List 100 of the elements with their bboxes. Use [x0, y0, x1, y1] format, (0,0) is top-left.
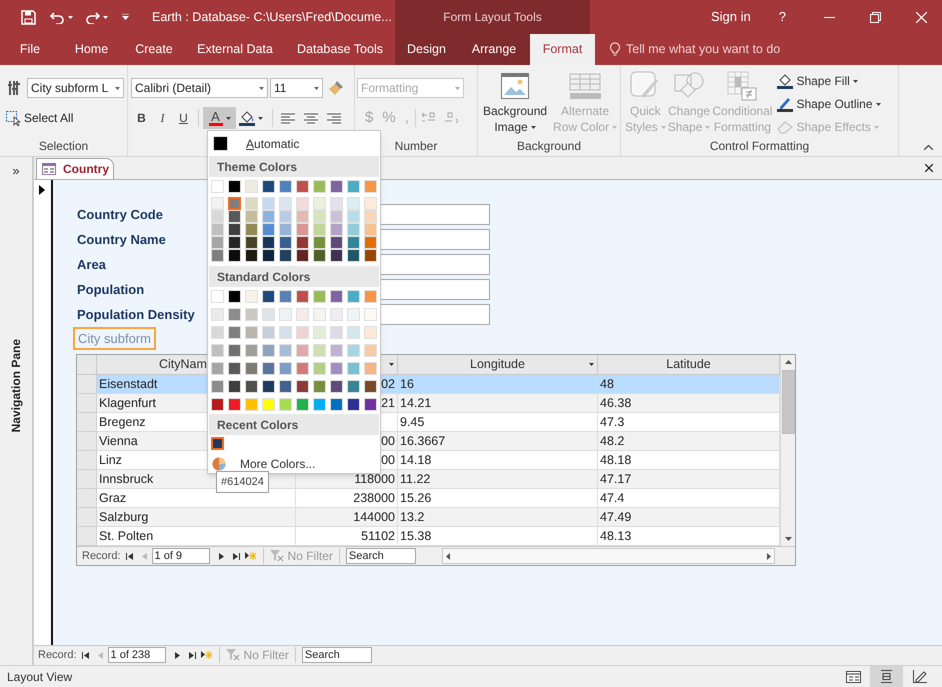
table-cell-text: Linz — [99, 452, 122, 469]
table-cell-text: Bregenz — [99, 414, 146, 431]
next-record-icon[interactable] — [218, 552, 224, 560]
new-record-icon[interactable] — [244, 552, 256, 560]
alternate-rows-icon — [569, 73, 602, 99]
view-button[interactable] — [870, 666, 903, 687]
font-color-button[interactable]: A — [203, 107, 236, 129]
text-style-button[interactable]: B — [131, 108, 152, 128]
ribbon-button[interactable]: Background Image — [483, 73, 548, 136]
color-tooltip: #614024 — [216, 471, 269, 493]
scrollbar-thumb[interactable] — [782, 370, 794, 434]
caret-icon — [68, 16, 73, 18]
table-cell-text: Vienna — [99, 432, 138, 450]
color-swatch[interactable] — [211, 437, 224, 450]
ribbon-tab[interactable]: Create — [123, 34, 185, 65]
help-button[interactable]: ? — [778, 7, 786, 27]
first-record-icon[interactable] — [126, 552, 133, 560]
align-center-icon[interactable] — [304, 112, 318, 124]
table-row[interactable]: Graz 238000 15.26 47.4 — [77, 489, 780, 508]
object-combo-box[interactable]: City subform L — [27, 78, 124, 98]
next-record-icon[interactable] — [174, 652, 180, 658]
table-cell-text: 144000 — [353, 508, 395, 526]
expand-pane-button[interactable]: » — [12, 161, 20, 180]
form-icon — [42, 163, 56, 175]
text-field[interactable] — [380, 304, 490, 325]
table-cell-text: 15.26 — [400, 490, 432, 507]
layout-view-icon — [880, 670, 893, 683]
previous-record-icon[interactable] — [142, 552, 147, 560]
table-cell-text: Graz — [99, 490, 126, 507]
ribbon-tab[interactable]: Home — [60, 34, 123, 65]
save-icon[interactable] — [21, 10, 36, 24]
table-cell-text: 14.18 — [400, 452, 432, 469]
document-tab[interactable]: Country — [36, 158, 114, 179]
text-style-button[interactable]: U — [173, 108, 194, 128]
format-painter-icon[interactable] — [328, 80, 344, 96]
align-right-icon[interactable] — [327, 112, 341, 124]
caret-icon — [258, 116, 263, 120]
text-field[interactable] — [380, 279, 490, 300]
last-record-icon[interactable] — [232, 552, 240, 560]
table-cell-text: 16.3667 — [400, 432, 446, 450]
table-cell-text: 47.17 — [600, 470, 632, 488]
scroll-right-icon[interactable] — [766, 552, 771, 560]
tell-me-field[interactable]: Tell me what you want to do — [626, 40, 780, 59]
property-sheet-icon[interactable] — [8, 80, 20, 96]
caret-icon — [115, 86, 120, 90]
column-header[interactable]: Longitude — [398, 355, 598, 374]
close-icon[interactable] — [925, 164, 933, 172]
customize-toolbar-icon[interactable] — [122, 14, 129, 20]
context-title: Form Layout Tools — [443, 9, 542, 26]
collapse-ribbon-icon[interactable] — [924, 145, 933, 150]
text-field[interactable] — [380, 204, 490, 225]
ribbon-tab[interactable]: Format — [530, 34, 595, 65]
ribbon-tab[interactable]: File — [0, 34, 60, 65]
table-row[interactable]: St. Polten 51102 15.38 48.13 — [77, 527, 780, 546]
horizontal-scrollbar[interactable] — [442, 548, 775, 564]
record-number-field[interactable]: 1 of 9 — [152, 548, 210, 564]
caret-icon — [259, 86, 264, 90]
ribbon-tab[interactable]: Database Tools — [285, 34, 395, 65]
font-size-combo-box[interactable]: 11 — [270, 78, 323, 98]
paint-bucket-icon — [239, 110, 255, 126]
record-number-field[interactable]: 1 of 238 — [108, 647, 166, 663]
table-cell-text: 00 — [381, 452, 395, 469]
group-label: Background — [516, 138, 582, 155]
decrease-decimal-icon[interactable] — [444, 112, 458, 124]
align-left-icon[interactable] — [281, 112, 295, 124]
caret-icon — [530, 126, 536, 128]
ribbon-button[interactable]: Shape Outline — [777, 95, 880, 113]
search-field[interactable]: Search — [346, 548, 416, 564]
scroll-up-icon[interactable] — [784, 360, 792, 364]
text-field[interactable] — [380, 254, 490, 275]
first-record-icon[interactable] — [82, 652, 89, 658]
scroll-down-icon[interactable] — [784, 537, 792, 541]
ribbon-tab[interactable]: External Data — [185, 34, 285, 65]
increase-decimal-icon[interactable] — [422, 112, 436, 124]
automatic-color-item[interactable]: Automatic — [208, 131, 380, 156]
new-record-icon[interactable] — [200, 651, 212, 659]
table-cell-text: 21 — [381, 394, 395, 412]
undo-icon[interactable] — [50, 10, 65, 24]
previous-record-icon[interactable] — [98, 652, 103, 658]
last-record-icon[interactable] — [188, 652, 196, 658]
group-label: Control Formatting — [710, 138, 810, 155]
select-all-button[interactable]: Select All — [6, 109, 74, 127]
eraser-icon — [777, 120, 794, 134]
ribbon-button[interactable]: Shape Fill — [777, 72, 880, 90]
text-style-button[interactable]: I — [152, 108, 173, 128]
table-row[interactable]: Salzburg 144000 13.2 47.49 — [77, 508, 780, 527]
field-label: Country Name — [77, 230, 166, 249]
minimize-icon[interactable] — [824, 16, 835, 18]
restore-icon[interactable] — [870, 12, 881, 22]
color-swatch[interactable] — [228, 197, 241, 210]
navigation-pane-label[interactable]: Navigation Pane — [7, 338, 25, 432]
text-field[interactable] — [380, 229, 490, 250]
search-field[interactable]: Search — [302, 647, 372, 663]
font-combo-box[interactable]: Calibri (Detail) — [131, 78, 268, 98]
sign-in-link[interactable]: Sign in — [711, 7, 751, 27]
caret-icon — [455, 86, 460, 90]
ribbon-tab[interactable]: Arrange — [458, 34, 530, 65]
ribbon-tab[interactable]: Design — [395, 34, 458, 65]
scroll-left-icon[interactable] — [446, 552, 450, 560]
redo-icon[interactable] — [85, 10, 100, 24]
